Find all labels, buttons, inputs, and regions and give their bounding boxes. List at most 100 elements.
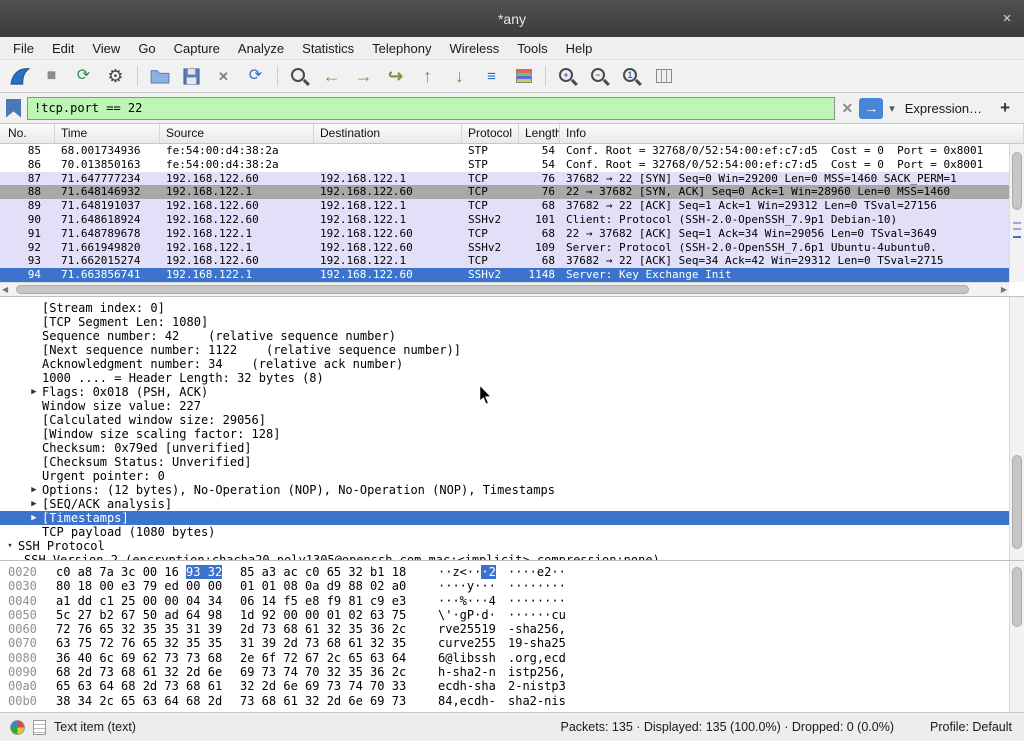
menu-capture[interactable]: Capture (165, 39, 229, 58)
expander-icon[interactable]: ▾ (2, 539, 18, 553)
close-window-button[interactable]: × (990, 10, 1024, 27)
close-file-button[interactable]: ✕ (208, 63, 239, 90)
scrollbar-thumb[interactable] (1012, 152, 1022, 210)
detail-line[interactable]: 1000 .... = Header Length: 32 bytes (8) (0, 371, 1024, 385)
capture-comment-icon[interactable] (33, 720, 46, 735)
packet-list-horizontal-scrollbar[interactable]: ◀ ▶ (0, 282, 1009, 296)
menu-telephony[interactable]: Telephony (363, 39, 440, 58)
start-capture-button[interactable] (4, 63, 35, 90)
menu-edit[interactable]: Edit (43, 39, 83, 58)
column-header-no[interactable]: No. (0, 124, 55, 143)
save-file-button[interactable] (176, 63, 207, 90)
menu-wireless[interactable]: Wireless (440, 39, 508, 58)
menu-file[interactable]: File (4, 39, 43, 58)
column-header-protocol[interactable]: Protocol (462, 124, 519, 143)
expert-info-icon[interactable] (10, 720, 25, 735)
menu-tools[interactable]: Tools (508, 39, 556, 58)
packet-row-88[interactable]: 8871.648146932192.168.122.1192.168.122.6… (0, 185, 1024, 199)
stop-capture-button[interactable]: ■ (36, 63, 67, 90)
menu-go[interactable]: Go (129, 39, 164, 58)
column-header-destination[interactable]: Destination (314, 124, 462, 143)
filter-dropdown-icon[interactable]: ▾ (889, 102, 895, 115)
packet-row-93[interactable]: 9371.662015274192.168.122.60192.168.122.… (0, 254, 1024, 268)
detail-line-ssh-protocol[interactable]: ▾SSH Protocol (0, 539, 1024, 553)
expander-icon[interactable]: ▶ (26, 497, 42, 511)
detail-line[interactable]: Acknowledgment number: 34 (relative ack … (0, 357, 1024, 371)
hex-row[interactable]: 008036 40 6c 69 62 73 73 682e 6f 72 67 2… (8, 651, 1024, 665)
column-header-time[interactable]: Time (55, 124, 160, 143)
detail-line-seq-ack[interactable]: ▶[SEQ/ACK analysis] (0, 497, 1024, 511)
detail-line[interactable]: Window size value: 227 (0, 399, 1024, 413)
detail-line[interactable]: [Window size scaling factor: 128] (0, 427, 1024, 441)
expander-icon[interactable]: ▶ (26, 385, 42, 399)
hex-row[interactable]: 00b038 34 2c 65 63 64 68 2d73 68 61 32 2… (8, 694, 1024, 708)
go-back-button[interactable]: ← (316, 63, 347, 90)
detail-line[interactable]: [Calculated window size: 29056] (0, 413, 1024, 427)
detail-line[interactable]: Checksum: 0x79ed [unverified] (0, 441, 1024, 455)
packet-row-90[interactable]: 9071.648618924192.168.122.60192.168.122.… (0, 213, 1024, 227)
detail-line[interactable]: [Stream index: 0] (0, 301, 1024, 315)
menu-view[interactable]: View (83, 39, 129, 58)
expression-button[interactable]: Expression… (901, 101, 986, 116)
hex-row[interactable]: 009068 2d 73 68 61 32 2d 6e69 73 74 70 3… (8, 665, 1024, 679)
packet-row-89[interactable]: 8971.648191037192.168.122.60192.168.122.… (0, 199, 1024, 213)
detail-line-ssh-version[interactable]: SSH Version 2 (encryption:chacha20-poly1… (0, 553, 1024, 560)
hex-row[interactable]: 00505c 27 b2 67 50 ad 64 981d 92 00 00 0… (8, 608, 1024, 622)
detail-line[interactable]: TCP payload (1080 bytes) (0, 525, 1024, 539)
column-header-info[interactable]: Info (560, 124, 1024, 143)
detail-line-flags[interactable]: ▶Flags: 0x018 (PSH, ACK) (0, 385, 1024, 399)
scroll-left-icon[interactable]: ◀ (2, 285, 8, 294)
hex-row[interactable]: 003080 18 00 e3 79 ed 00 0001 01 08 0a d… (8, 579, 1024, 593)
go-to-packet-button[interactable]: ↪ (380, 63, 411, 90)
go-forward-button[interactable]: → (348, 63, 379, 90)
packet-row-86[interactable]: 8670.013850163fe:54:00:d4:38:2aSTP54Conf… (0, 158, 1024, 172)
hex-row[interactable]: 00a065 63 64 68 2d 73 68 6132 2d 6e 69 7… (8, 679, 1024, 693)
menu-analyze[interactable]: Analyze (229, 39, 293, 58)
go-first-packet-button[interactable]: ↑ (412, 63, 443, 90)
column-header-length[interactable]: Length (519, 124, 560, 143)
scroll-right-icon[interactable]: ▶ (1001, 285, 1007, 294)
menu-help[interactable]: Help (557, 39, 602, 58)
filter-bookmark-icon[interactable] (6, 99, 21, 118)
scrollbar-thumb[interactable] (16, 285, 969, 294)
go-last-packet-button[interactable]: ↓ (444, 63, 475, 90)
packet-row-85[interactable]: 8568.001734936fe:54:00:d4:38:2aSTP54Conf… (0, 144, 1024, 158)
packet-row-91[interactable]: 9171.648789678192.168.122.1192.168.122.6… (0, 227, 1024, 241)
zoom-out-button[interactable]: − (584, 63, 615, 90)
auto-scroll-button[interactable]: ≡ (476, 63, 507, 90)
packet-list-vertical-scrollbar[interactable] (1009, 144, 1024, 282)
packet-row-87[interactable]: 8771.647777234192.168.122.60192.168.122.… (0, 172, 1024, 186)
detail-line[interactable]: [Next sequence number: 1122 (relative se… (0, 343, 1024, 357)
detail-line-timestamps-selected[interactable]: ▶[Timestamps] (0, 511, 1024, 525)
restart-capture-button[interactable]: ⟳ (68, 63, 99, 90)
detail-line-options[interactable]: ▶Options: (12 bytes), No-Operation (NOP)… (0, 483, 1024, 497)
expander-icon[interactable]: ▶ (26, 483, 42, 497)
hex-row[interactable]: 0020c0 a8 7a 3c 00 16 93 3285 a3 ac c0 6… (8, 565, 1024, 579)
reload-file-button[interactable]: ⟳ (240, 63, 271, 90)
hex-row[interactable]: 0040a1 dd c1 25 00 00 04 3406 14 f5 e8 f… (8, 594, 1024, 608)
detail-line[interactable]: Urgent pointer: 0 (0, 469, 1024, 483)
hex-row[interactable]: 006072 76 65 32 35 35 31 392d 73 68 61 3… (8, 622, 1024, 636)
capture-options-button[interactable]: ⚙ (100, 63, 131, 90)
detail-line[interactable]: [Checksum Status: Unverified] (0, 455, 1024, 469)
scrollbar-thumb[interactable] (1012, 455, 1022, 550)
display-filter-input[interactable] (27, 97, 835, 120)
column-header-source[interactable]: Source (160, 124, 314, 143)
menu-statistics[interactable]: Statistics (293, 39, 363, 58)
resize-columns-button[interactable] (648, 63, 679, 90)
zoom-in-button[interactable]: + (552, 63, 583, 90)
filter-apply-button[interactable]: → (859, 98, 883, 119)
detail-line[interactable]: [TCP Segment Len: 1080] (0, 315, 1024, 329)
detail-line[interactable]: Sequence number: 42 (relative sequence n… (0, 329, 1024, 343)
colorize-button[interactable] (508, 63, 539, 90)
hex-vertical-scrollbar[interactable] (1009, 561, 1024, 712)
packet-row-92[interactable]: 9271.661949820192.168.122.1192.168.122.6… (0, 241, 1024, 255)
zoom-original-button[interactable]: 1 (616, 63, 647, 90)
scrollbar-thumb[interactable] (1012, 567, 1022, 627)
hex-row[interactable]: 007063 75 72 76 65 32 35 3531 39 2d 73 6… (8, 636, 1024, 650)
filter-clear-icon[interactable]: ✕ (841, 100, 853, 117)
details-vertical-scrollbar[interactable] (1009, 297, 1024, 560)
add-filter-button[interactable]: + (992, 98, 1018, 118)
profile-text[interactable]: Profile: Default (930, 720, 1012, 734)
open-file-button[interactable] (144, 63, 175, 90)
